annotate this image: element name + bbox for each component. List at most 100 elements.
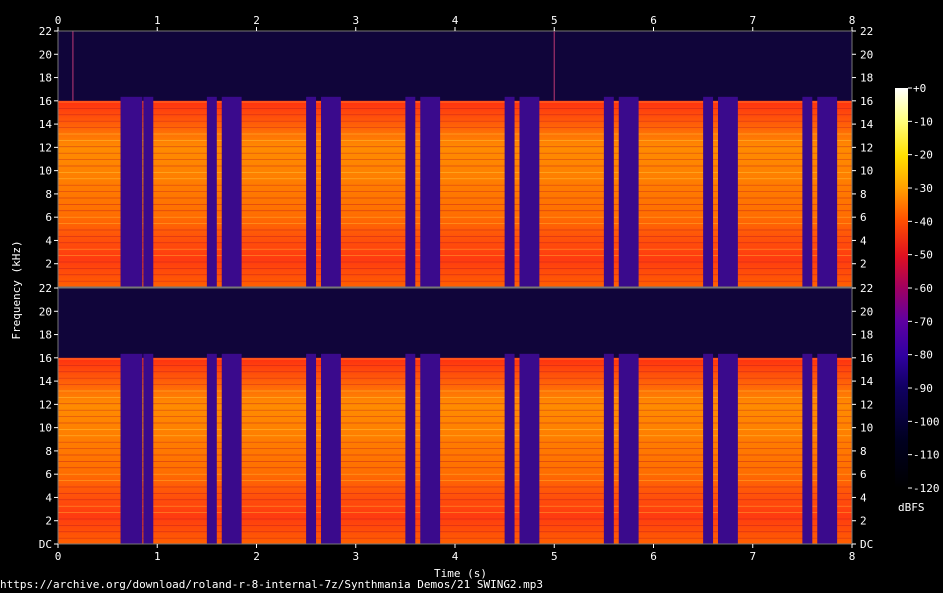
- x-tick-label: 6: [650, 550, 657, 563]
- y-tick-label: 20: [39, 305, 52, 318]
- y-tick-label: 4: [45, 491, 52, 504]
- y-tick-label: 18: [39, 329, 52, 342]
- y-tick-label: 22: [860, 282, 873, 295]
- y-tick-label: 8: [860, 188, 867, 201]
- y-tick-label: 10: [860, 422, 873, 435]
- silence-gap: [306, 353, 317, 544]
- colorbar-tick-label: -120: [913, 482, 940, 495]
- y-tick-label: 20: [39, 48, 52, 61]
- silence-gap: [420, 96, 441, 288]
- silence-gap: [221, 353, 242, 544]
- y-tick-label: 12: [39, 141, 52, 154]
- colorbar-tick-label: -30: [913, 182, 933, 195]
- colorbar-tick-label: -110: [913, 449, 940, 462]
- x-tick-label: 4: [452, 550, 459, 563]
- x-tick-label: 8: [849, 550, 856, 563]
- silence-gap: [519, 353, 540, 544]
- y-tick-label: 6: [860, 468, 867, 481]
- colorbar-tick-label: -80: [913, 349, 933, 362]
- silence-gap: [221, 96, 242, 288]
- y-tick-label: 18: [860, 72, 873, 85]
- y-tick-label: 2: [45, 515, 52, 528]
- x-tick-label: 1: [154, 14, 161, 27]
- silence-gap: [817, 353, 838, 544]
- y-tick-label: 20: [860, 48, 873, 61]
- y-tick-label: 22: [39, 25, 52, 38]
- y-tick-label: 14: [860, 375, 874, 388]
- spectrogram-chart: 22 2220 2018 1816 1614 1412 1210 108 86 64 42 222 22…: [10, 14, 940, 580]
- silence-gap: [817, 96, 838, 288]
- silence-gap: [405, 353, 416, 544]
- y-tick-label: 16: [860, 95, 873, 108]
- silence-gap: [504, 353, 515, 544]
- source-url: https://archive.org/download/roland-r-8-…: [0, 578, 544, 591]
- colorbar-tick-label: -40: [913, 215, 933, 228]
- silence-gap: [120, 96, 143, 288]
- y-tick-label: 10: [39, 422, 52, 435]
- x-tick-label: 1: [154, 550, 161, 563]
- silence-gap: [405, 96, 416, 288]
- y-tick-label: 6: [860, 211, 867, 224]
- y-tick-label: DC: [39, 538, 52, 551]
- y-tick-label: 18: [39, 72, 52, 85]
- silence-gap: [603, 96, 614, 288]
- y-tick-label: 2: [45, 258, 52, 271]
- y-tick-label: 8: [45, 445, 52, 458]
- silence-gap: [321, 96, 341, 288]
- y-tick-label: 20: [860, 305, 873, 318]
- colorbar-tick-label: -100: [913, 415, 940, 428]
- x-tick-label: 2: [253, 550, 260, 563]
- x-tick-label: 3: [352, 14, 359, 27]
- colorbar-tick-label: -90: [913, 382, 933, 395]
- silence-gap: [718, 353, 738, 544]
- x-tick-label: 0: [55, 14, 62, 27]
- silence-gap: [120, 353, 143, 544]
- y-tick-label: 8: [860, 445, 867, 458]
- silence-gap: [703, 353, 714, 544]
- y-tick-label: 16: [39, 95, 52, 108]
- y-tick-label: 16: [860, 352, 873, 365]
- y-tick-label: 22: [860, 25, 873, 38]
- silence-gap: [143, 96, 154, 288]
- colorbar-gradient: [895, 88, 908, 488]
- y-tick-label: 4: [860, 234, 867, 247]
- y-tick-label: 6: [45, 211, 52, 224]
- y-tick-label: DC: [860, 538, 873, 551]
- silence-gap: [603, 353, 614, 544]
- y-tick-label: 4: [860, 491, 867, 504]
- silence-gap: [618, 353, 639, 544]
- y-tick-label: 12: [860, 398, 873, 411]
- y-tick-label: 8: [45, 188, 52, 201]
- silence-gap: [618, 96, 639, 288]
- x-tick-label: 5: [551, 550, 558, 563]
- colorbar-label: dBFS: [898, 501, 925, 514]
- y-tick-label: 14: [860, 118, 874, 131]
- x-tick-label: 0: [55, 550, 62, 563]
- y-tick-label: 12: [860, 141, 873, 154]
- silence-gap: [206, 353, 217, 544]
- colorbar-tick-label: -10: [913, 115, 933, 128]
- colorbar-tick-label: -60: [913, 282, 933, 295]
- channel-panel: [57, 30, 853, 288]
- y-tick-label: 4: [45, 234, 52, 247]
- x-tick-label: 8: [849, 14, 856, 27]
- y-tick-label: 6: [45, 468, 52, 481]
- colorbar-tick-label: -50: [913, 249, 933, 262]
- silence-gap: [206, 96, 217, 288]
- silence-gap: [143, 353, 154, 544]
- y-tick-label: 16: [39, 352, 52, 365]
- x-tick-label: 2: [253, 14, 260, 27]
- y-tick-label: 10: [39, 165, 52, 178]
- colorbar-tick-label: -20: [913, 149, 933, 162]
- x-tick-label: 6: [650, 14, 657, 27]
- x-tick-label: 7: [749, 550, 756, 563]
- y-tick-label: 10: [860, 165, 873, 178]
- y-tick-label: 22: [39, 282, 52, 295]
- silence-gap: [703, 96, 714, 288]
- colorbar-tick-label: +0: [913, 82, 926, 95]
- silence-gap: [519, 96, 540, 288]
- silence-gap: [306, 96, 317, 288]
- x-tick-label: 3: [352, 550, 359, 563]
- channel-panel: [57, 287, 853, 545]
- y-tick-label: 18: [860, 329, 873, 342]
